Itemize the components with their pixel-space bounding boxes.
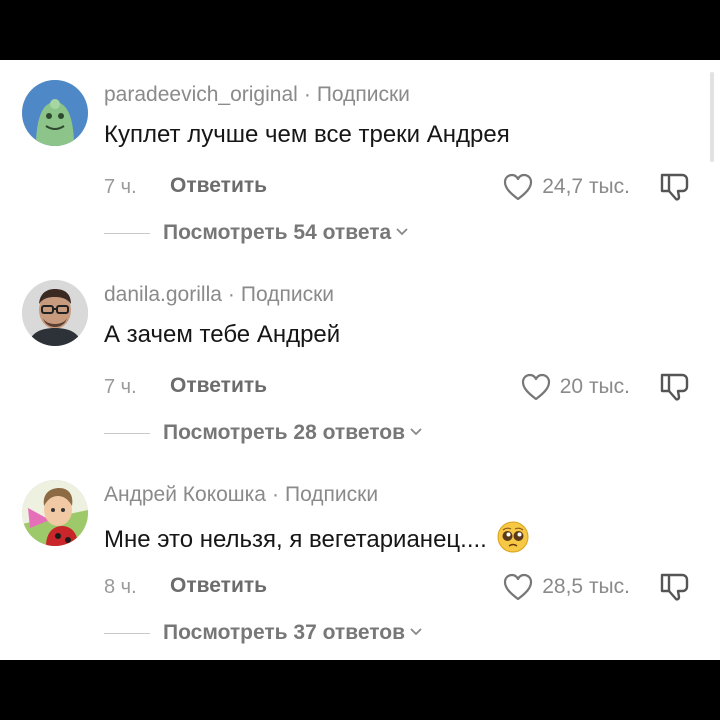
chevron-down-icon xyxy=(396,228,408,236)
avatar[interactable] xyxy=(22,280,88,346)
separator: · xyxy=(227,283,235,306)
comment-text: А зачем тебе Андрей xyxy=(104,321,341,348)
like-count: 24,7 тыс. xyxy=(542,175,630,198)
cartoon-avatar-icon xyxy=(22,80,88,146)
view-replies-label: Посмотреть 37 ответов xyxy=(163,621,405,644)
like-count: 20 тыс. xyxy=(559,375,630,398)
follow-status: Подписки xyxy=(316,83,410,106)
comment-item: danila.gorilla · Подписки А зачем тебе Анд… xyxy=(0,260,720,460)
person-photo-avatar-icon xyxy=(22,280,88,346)
like-button[interactable]: 24,7 тыс. xyxy=(502,170,630,204)
separator: · xyxy=(303,83,311,106)
thread-line xyxy=(104,633,150,634)
comment-time: 7 ч. xyxy=(104,376,137,398)
dislike-button[interactable] xyxy=(658,369,692,403)
drawn-character-avatar-icon xyxy=(22,480,88,546)
dislike-button[interactable] xyxy=(658,569,692,603)
avatar[interactable] xyxy=(22,480,88,546)
like-button[interactable]: 28,5 тыс. xyxy=(502,570,630,604)
comment-text: Мне это нельзя, я вегетарианец.... xyxy=(104,521,529,554)
comment-meta: Андрей Кокошка · Подписки xyxy=(104,483,378,507)
comment-item: paradeevich_original · Подписки Куплет луч… xyxy=(0,60,720,260)
heart-icon xyxy=(504,573,533,601)
comment-meta: danila.gorilla · Подписки xyxy=(104,283,334,307)
chevron-down-icon xyxy=(410,628,422,636)
comment-time: 7 ч. xyxy=(104,176,137,198)
thread-line xyxy=(104,233,150,234)
view-replies-button[interactable]: Посмотреть 37 ответов xyxy=(163,621,423,645)
username[interactable]: paradeevich_original xyxy=(104,83,298,106)
view-replies-label: Посмотреть 54 ответа xyxy=(163,221,392,244)
separator: · xyxy=(271,483,279,506)
comment-meta: paradeevich_original · Подписки xyxy=(104,83,410,107)
comment-text-content: Мне это нельзя, я вегетарианец.... xyxy=(104,526,487,553)
thumbs-down-icon xyxy=(660,173,689,201)
reply-button[interactable]: Ответить xyxy=(170,174,267,198)
username[interactable]: Андрей Кокошка xyxy=(104,483,266,506)
follow-status: Подписки xyxy=(240,283,335,306)
comment-item: Андрей Кокошка · Подписки Мне это нельзя, … xyxy=(0,460,720,660)
view-replies-button[interactable]: Посмотреть 28 ответов xyxy=(163,421,423,445)
reply-button[interactable]: Ответить xyxy=(170,374,267,398)
like-count: 28,5 тыс. xyxy=(542,575,630,598)
dislike-button[interactable] xyxy=(658,169,692,203)
thumbs-down-icon xyxy=(660,573,689,601)
comment-text: Куплет лучше чем все треки Андрея xyxy=(104,121,510,148)
avatar[interactable] xyxy=(22,80,88,146)
like-button[interactable]: 20 тыс. xyxy=(520,370,630,404)
follow-status: Подписки xyxy=(284,483,379,506)
chevron-down-icon xyxy=(410,428,422,436)
thread-line xyxy=(104,433,150,434)
view-replies-label: Посмотреть 28 ответов xyxy=(163,421,405,444)
heart-icon xyxy=(521,373,550,401)
reply-button[interactable]: Ответить xyxy=(170,574,267,598)
username[interactable]: danila.gorilla xyxy=(104,283,222,306)
comments-panel: paradeevich_original · Подписки Куплет луч… xyxy=(0,60,720,660)
heart-icon xyxy=(504,173,533,201)
pleading-face-emoji-icon xyxy=(497,521,529,553)
comment-time: 8 ч. xyxy=(104,576,137,598)
thumbs-down-icon xyxy=(660,373,689,401)
view-replies-button[interactable]: Посмотреть 54 ответа xyxy=(163,221,409,245)
